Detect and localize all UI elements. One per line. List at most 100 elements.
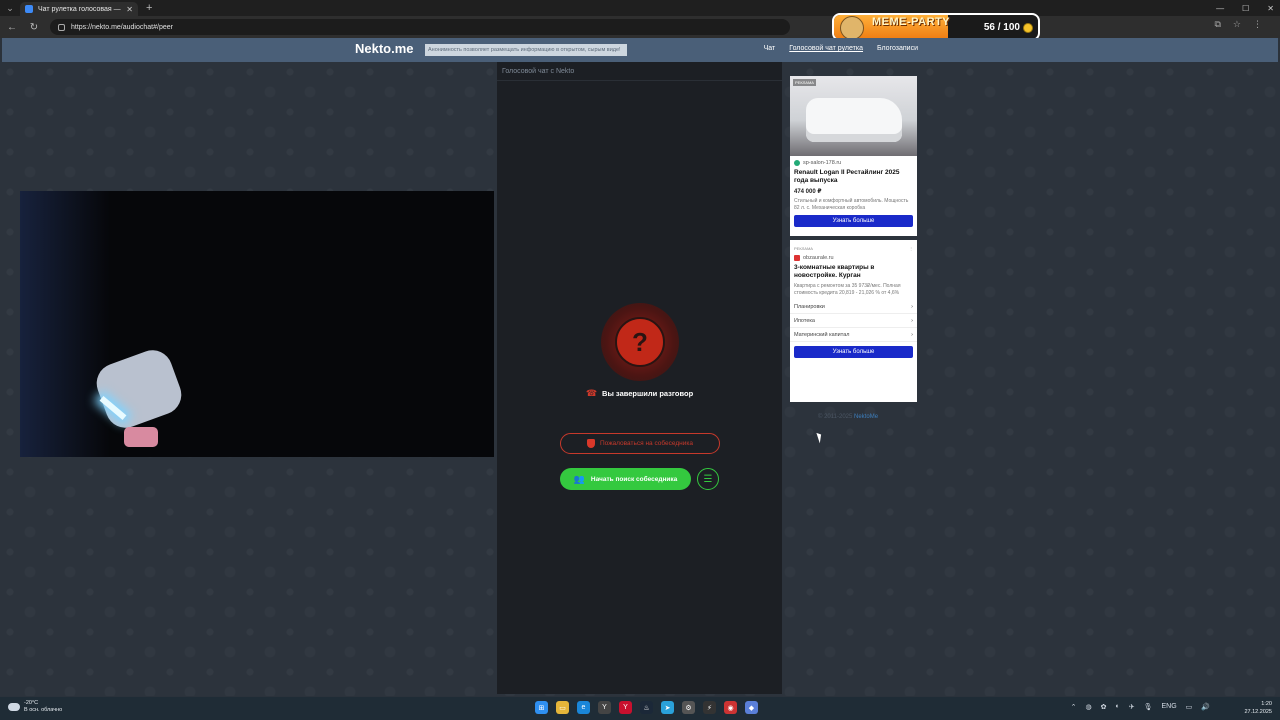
start-search-button[interactable]: 👥 Начать поиск собеседника bbox=[560, 468, 691, 490]
minimize-icon[interactable]: — bbox=[1216, 4, 1224, 13]
app-y-icon[interactable]: Y bbox=[598, 701, 611, 714]
call-ended-status: ☎ Вы завершили разговор bbox=[497, 388, 782, 399]
microphone-icon[interactable]: 🎙 bbox=[1144, 703, 1153, 711]
ad-source: obzaurale.ru bbox=[790, 251, 917, 261]
site-favicon-icon bbox=[25, 5, 33, 13]
ad-source-domain[interactable]: obzaurale.ru bbox=[803, 255, 834, 261]
menu-dots-icon[interactable]: ⋮ bbox=[1253, 19, 1262, 30]
chevron-right-icon: › bbox=[911, 303, 913, 310]
hangup-phone-icon: ☎ bbox=[585, 388, 598, 398]
footer-link[interactable]: NektoMe bbox=[854, 414, 878, 420]
volume-icon[interactable]: 🔊 bbox=[1201, 703, 1210, 711]
ad-link-label: Материнский капитал bbox=[794, 331, 850, 338]
ad-source-domain[interactable]: sp-salon-178.ru bbox=[803, 160, 841, 166]
video-glow bbox=[20, 191, 110, 457]
report-partner-button[interactable]: Пожаловаться на собеседника bbox=[560, 433, 720, 454]
status-ring: ? bbox=[601, 303, 679, 381]
ad-source-favicon-icon bbox=[794, 160, 800, 166]
ad-description: Стильный и комфортный автомобиль. Мощнос… bbox=[794, 198, 909, 211]
ad-label: РЕКЛАМА ⋮ bbox=[790, 240, 917, 251]
menu-item-blog[interactable]: Блогозаписи bbox=[877, 45, 918, 52]
browser-tab[interactable]: Чат рулетка голосовая — Nekto.me ✕ bbox=[20, 2, 138, 16]
sliders-icon: ☰ bbox=[703, 473, 713, 485]
settings-gear-icon[interactable]: ⚙ bbox=[682, 701, 695, 714]
ad-description: Квартира с ремонтом за 35 973₽/мес. Полн… bbox=[794, 283, 901, 296]
telegram-icon[interactable]: ➤ bbox=[661, 701, 674, 714]
clock-date: 27.12.2025 bbox=[1244, 709, 1272, 715]
url-text: https://nekto.me/audiochat#/peer bbox=[71, 23, 173, 31]
copyright-text: © 2011-2025 bbox=[818, 414, 853, 420]
weather-desc: В осн. облачно bbox=[24, 707, 63, 713]
maximize-icon[interactable]: ☐ bbox=[1242, 4, 1249, 13]
weather-temp: -20°C bbox=[24, 700, 39, 706]
ad-link-row[interactable]: Материнский капитал › bbox=[790, 328, 917, 342]
tray-app-icon[interactable]: ◍ bbox=[1086, 703, 1092, 711]
tab-title: Чат рулетка голосовая — Nekto.me bbox=[38, 5, 121, 13]
ad-headline[interactable]: 3-комнатные квартиры в новостройке. Кург… bbox=[790, 261, 917, 280]
chevron-right-icon: › bbox=[911, 331, 913, 338]
ad-source: sp-salon-178.ru bbox=[790, 156, 917, 166]
ad-menu-dots-icon[interactable]: ⋮ bbox=[909, 246, 913, 251]
call-ended-text: Вы завершили разговор bbox=[602, 389, 694, 398]
tray-app-icon[interactable]: ✈ bbox=[1129, 703, 1135, 711]
ad-link-label: Планировки bbox=[794, 303, 825, 310]
site-logo[interactable]: Nekto.me bbox=[355, 41, 414, 56]
taskbar: -20°C В осн. облачно ⊞ ▭ e Y Y ♨ ➤ ⚙ ⚡ ◉… bbox=[0, 697, 1280, 720]
meme-party-widget[interactable]: MEME-PARTY 56 / 100 bbox=[832, 13, 1040, 41]
start-search-label: Начать поиск собеседника bbox=[590, 475, 678, 483]
tray-app-icon[interactable]: ◐ bbox=[1115, 703, 1119, 711]
taskbar-clock[interactable]: 1:20 27.12.2025 bbox=[1244, 700, 1272, 716]
ad-car[interactable]: РЕКЛАМА sp-salon-178.ru Renault Logan II… bbox=[790, 76, 917, 236]
ad-learn-more-button[interactable]: Узнать больше bbox=[794, 346, 913, 358]
camera-video bbox=[20, 191, 494, 457]
extensions-icon[interactable]: ⧉ bbox=[1214, 19, 1220, 30]
doge-icon bbox=[840, 16, 864, 39]
car-picture bbox=[806, 98, 902, 142]
app-bolt-icon[interactable]: ⚡ bbox=[703, 701, 716, 714]
address-bar[interactable]: https://nekto.me/audiochat#/peer bbox=[50, 19, 790, 35]
menu-item-voice-chat[interactable]: Голосовой чат рулетка bbox=[789, 45, 863, 52]
file-explorer-icon[interactable]: ▭ bbox=[556, 701, 569, 714]
bookmark-star-icon[interactable]: ☆ bbox=[1233, 19, 1241, 30]
chrome-browser-icon[interactable]: ◉ bbox=[724, 701, 737, 714]
ad-apartments[interactable]: РЕКЛАМА ⋮ obzaurale.ru 3-комнатные кварт… bbox=[790, 240, 917, 402]
clock-time: 1:20 bbox=[1261, 701, 1272, 707]
browser-tools: ⧉ ☆ ⋮ bbox=[1214, 19, 1262, 30]
tray-app-icon[interactable]: ✿ bbox=[1101, 703, 1107, 711]
weather-widget[interactable]: -20°C В осн. облачно bbox=[8, 700, 62, 714]
search-settings-button[interactable]: ☰ bbox=[697, 468, 719, 490]
chevron-right-icon: › bbox=[911, 317, 913, 324]
site-header: Nekto.me Анонимность позволяет размещать… bbox=[2, 38, 1278, 62]
back-arrow-icon[interactable]: ← bbox=[6, 22, 18, 33]
shield-icon bbox=[587, 439, 595, 448]
main-menu: Чат Голосовой чат рулетка Блогозаписи bbox=[764, 45, 918, 52]
menu-item-chat[interactable]: Чат bbox=[764, 45, 776, 52]
close-window-icon[interactable]: ✕ bbox=[1267, 4, 1274, 13]
tray-chevron-up-icon[interactable]: ⌃ bbox=[1071, 703, 1077, 711]
app-shield-icon[interactable]: ◆ bbox=[745, 701, 758, 714]
language-indicator[interactable]: ENG bbox=[1161, 703, 1176, 711]
ad-link-row[interactable]: Планировки › bbox=[790, 300, 917, 314]
new-tab-icon[interactable]: + bbox=[146, 2, 152, 14]
ad-headline[interactable]: Renault Logan II Рестайлинг 2025 года вы… bbox=[790, 166, 917, 185]
network-icon[interactable]: ▭ bbox=[1186, 703, 1193, 711]
report-partner-label: Пожаловаться на собеседника bbox=[600, 440, 693, 447]
yandex-browser-icon[interactable]: Y bbox=[619, 701, 632, 714]
site-info-icon[interactable] bbox=[58, 23, 65, 31]
ad-learn-more-button[interactable]: Узнать больше bbox=[794, 215, 913, 227]
coin-icon bbox=[1023, 23, 1033, 33]
steam-icon[interactable]: ♨ bbox=[640, 701, 653, 714]
start-windows-icon[interactable]: ⊞ bbox=[535, 701, 548, 714]
edge-browser-icon[interactable]: e bbox=[577, 701, 590, 714]
chat-panel-title: Голосовой чат с Nekto bbox=[497, 62, 782, 81]
meme-party-title: MEME-PARTY bbox=[872, 16, 951, 28]
ad-link-row[interactable]: Ипотека › bbox=[790, 314, 917, 328]
window-controls: — ☐ ✕ bbox=[1216, 0, 1274, 16]
close-tab-icon[interactable]: ✕ bbox=[126, 5, 133, 14]
ad-source-favicon-icon bbox=[794, 255, 800, 261]
copyright: © 2011-2025 NektoMe bbox=[818, 414, 878, 420]
cloud-icon bbox=[8, 703, 20, 711]
reload-icon[interactable]: ↻ bbox=[28, 22, 40, 33]
ad-link-label: Ипотека bbox=[794, 317, 815, 324]
tab-search-chevron-icon[interactable]: ⌄ bbox=[0, 0, 20, 16]
